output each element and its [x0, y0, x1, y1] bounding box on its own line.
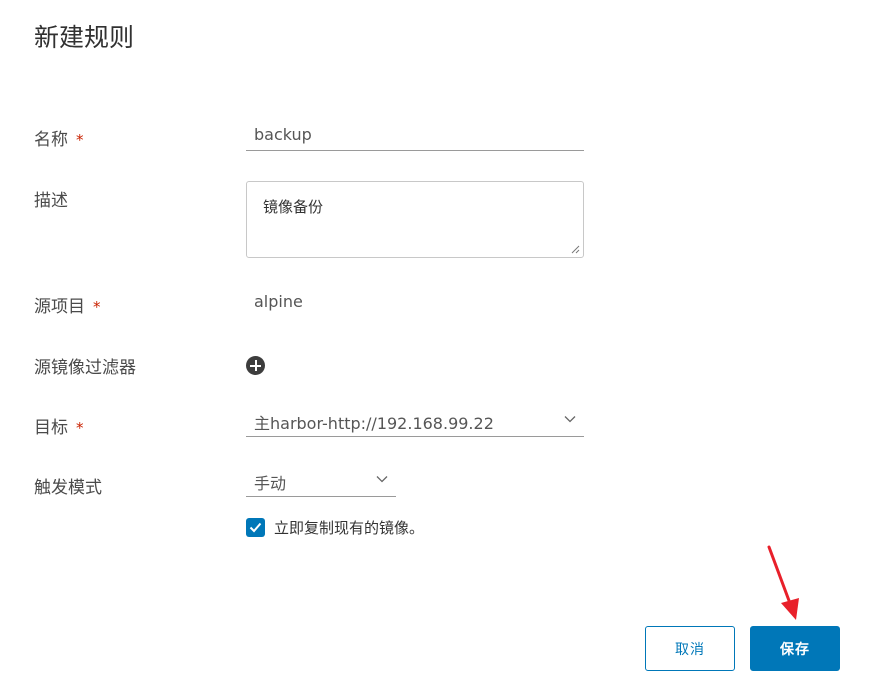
description-textarea[interactable]: 镜像备份 — [246, 181, 584, 258]
replicate-existing-label: 立即复制现有的镜像。 — [274, 519, 425, 537]
chevron-down-icon — [376, 476, 388, 483]
trigger-label: 触发模式 — [34, 478, 102, 498]
source-project-value: alpine — [254, 292, 303, 311]
target-selected-value: 主harbor-http://192.168.99.22 — [254, 414, 494, 433]
target-select[interactable]: 主harbor-http://192.168.99.22 — [246, 405, 584, 437]
new-rule-dialog: 新建规则 名称 * backup 描述 镜像备份 源项目 * alpine 源镜像过… — [0, 0, 871, 696]
replicate-existing-checkbox[interactable] — [246, 518, 265, 537]
dialog-title: 新建规则 — [34, 23, 135, 52]
chevron-down-icon — [564, 416, 576, 423]
save-button[interactable]: 保存 — [750, 626, 840, 671]
name-label-text: 名称 — [34, 130, 68, 150]
resize-grip-icon[interactable] — [571, 245, 580, 254]
required-mark: * — [93, 298, 101, 316]
trigger-selected-value: 手动 — [254, 474, 287, 493]
annotation-arrow-icon — [767, 545, 799, 620]
checkmark-icon — [249, 522, 262, 533]
target-label: 目标 * — [34, 413, 84, 438]
description-value: 镜像备份 — [263, 198, 324, 216]
source-project-label: 源项目 * — [34, 292, 101, 317]
source-filter-label: 源镜像过滤器 — [34, 358, 136, 378]
trigger-select[interactable]: 手动 — [246, 465, 396, 497]
description-label: 描述 — [34, 191, 68, 211]
name-input[interactable]: backup — [246, 119, 584, 151]
required-mark: * — [76, 419, 84, 437]
plus-circle-icon[interactable] — [246, 356, 265, 375]
source-project-label-text: 源项目 — [34, 297, 85, 317]
cancel-button[interactable]: 取消 — [645, 626, 735, 671]
name-label: 名称 * — [34, 125, 84, 150]
required-mark: * — [76, 131, 84, 149]
target-label-text: 目标 — [34, 418, 68, 438]
